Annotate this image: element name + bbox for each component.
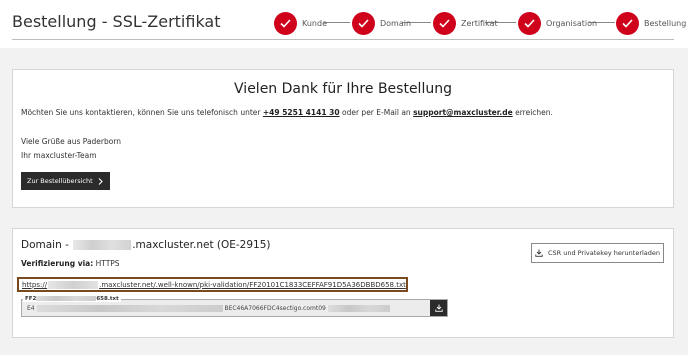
redacted-filename xyxy=(36,296,97,301)
step-domain: Domain xyxy=(352,10,411,36)
verification-value: HTTPS xyxy=(95,259,120,268)
validation-url[interactable]: https:// .maxcluster.net/.well-known/pki… xyxy=(17,277,408,292)
file-content-middle: BEC46A7066FDC4sectigo.comt09 xyxy=(224,305,326,312)
page-title: Bestellung - SSL-Zertifikat xyxy=(12,12,221,31)
progress-steps: Kunde Domain Zertifikat Organisation Bes… xyxy=(274,10,686,36)
domain-title-suffix: .maxcluster.net (OE-2915) xyxy=(132,239,271,251)
url-prefix: https:// xyxy=(22,280,48,289)
greeting-line-2: Ihr maxcluster-Team xyxy=(21,151,97,160)
verification-line: Verifizierung via: HTTPS xyxy=(21,259,120,268)
redacted-content xyxy=(327,305,390,312)
domain-title: Domain - .maxcluster.net (OE-2915) xyxy=(21,239,271,251)
file-content-text: E4 BEC46A7066FDC4sectigo.comt09 xyxy=(27,305,390,312)
redacted-subdomain xyxy=(73,240,132,250)
check-icon xyxy=(518,11,541,35)
step-organisation: Organisation xyxy=(518,10,597,36)
top-bar: Bestellung - SSL-Zertifikat Kunde Domain… xyxy=(0,0,688,48)
check-icon xyxy=(352,11,375,35)
step-label: Domain xyxy=(380,18,412,28)
file-download-button[interactable] xyxy=(430,300,447,316)
step-label: Bestellung xyxy=(644,18,687,28)
check-icon xyxy=(274,11,297,35)
order-overview-button[interactable]: Zur Bestellübersicht xyxy=(21,172,110,190)
file-content-prefix: E4 xyxy=(27,305,35,312)
step-label: Zertifikat xyxy=(461,18,498,28)
thanks-title: Vielen Dank für Ihre Bestellung xyxy=(234,81,452,97)
thanks-card: Vielen Dank für Ihre Bestellung Möchten … xyxy=(12,69,674,208)
phone-link[interactable]: +49 5251 4141 30 xyxy=(263,108,340,117)
header-divider xyxy=(12,39,674,40)
step-zertifikat: Zertifikat xyxy=(433,10,498,36)
redacted-content xyxy=(36,305,223,312)
step-connector xyxy=(324,22,350,23)
domain-card: Domain - .maxcluster.net (OE-2915) Verif… xyxy=(12,228,674,338)
overview-button-label: Zur Bestellübersicht xyxy=(27,177,93,185)
domain-title-prefix: Domain - xyxy=(21,239,69,251)
contact-prefix: Möchten Sie uns kontaktieren, können Sie… xyxy=(21,108,261,117)
step-label: Kunde xyxy=(302,18,327,28)
contact-suffix: erreichen. xyxy=(515,108,553,117)
validation-file-label: FF2 658.txt xyxy=(23,296,121,302)
verification-label: Verifizierung via: xyxy=(21,259,94,268)
greeting-line-1: Viele Grüße aus Paderborn xyxy=(21,137,122,146)
download-icon xyxy=(535,249,543,257)
file-label-prefix: FF2 xyxy=(25,296,37,302)
check-icon xyxy=(433,11,456,35)
redacted-host xyxy=(48,280,99,289)
check-icon xyxy=(616,11,639,35)
file-label-suffix: 658.txt xyxy=(96,296,119,302)
email-link[interactable]: support@maxcluster.de xyxy=(413,108,513,117)
csr-button-label: CSR und Privatekey herunterladen xyxy=(547,249,661,257)
download-icon xyxy=(434,304,443,312)
step-label: Organisation xyxy=(546,18,598,28)
step-kunde: Kunde xyxy=(274,10,327,36)
url-suffix: .maxcluster.net/.well-known/pki-validati… xyxy=(99,280,406,289)
csr-download-button[interactable]: CSR und Privatekey herunterladen xyxy=(531,243,664,263)
contact-text: Möchten Sie uns kontaktieren, können Sie… xyxy=(21,108,553,117)
chevron-right-icon xyxy=(98,177,103,185)
step-bestellung: Bestellung xyxy=(616,10,686,36)
contact-middle: oder per E-Mail an xyxy=(342,108,411,117)
